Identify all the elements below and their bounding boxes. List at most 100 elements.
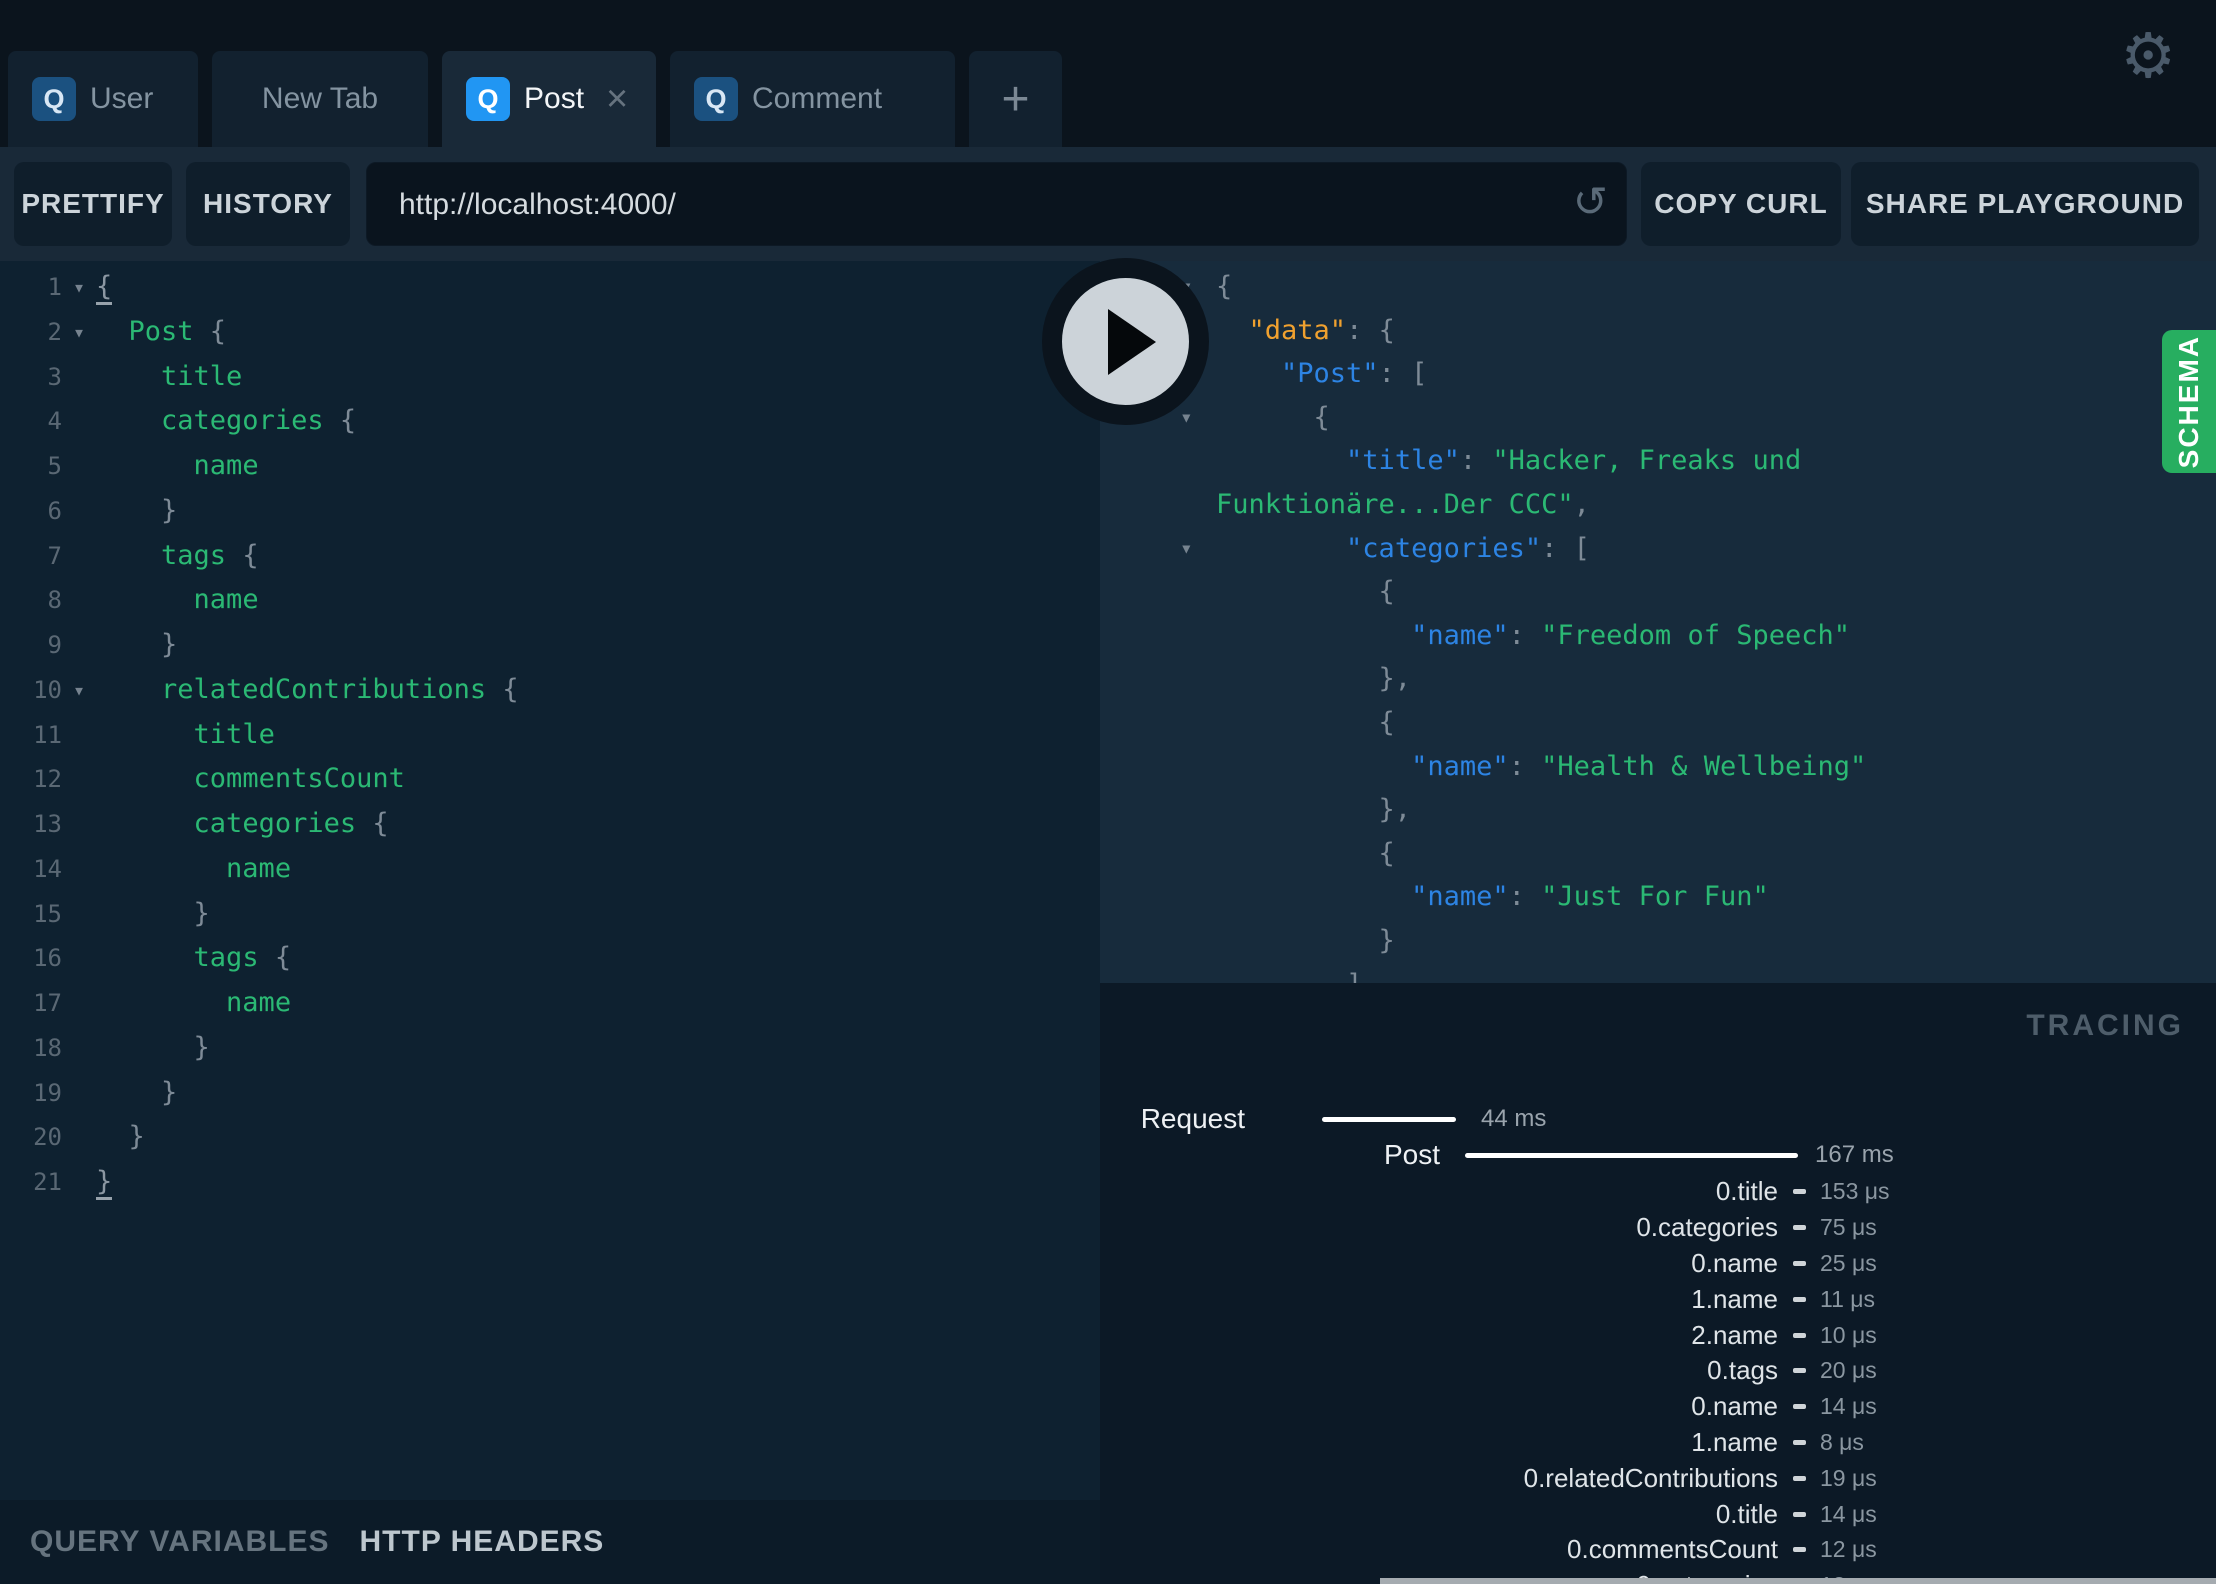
resolver-duration: 10 μs [1820, 1321, 1877, 1348]
tracing-resolver-row: 2.name 10 μs [1100, 1317, 2216, 1353]
tracing-request-value: 44 ms [1481, 1105, 1547, 1132]
horizontal-scrollbar[interactable] [1380, 1578, 2216, 1584]
close-icon[interactable]: × [606, 80, 628, 118]
fold-gutter [62, 802, 96, 847]
endpoint-url-input[interactable] [397, 163, 1541, 247]
response-line: ▾ "data": { [1100, 309, 2216, 353]
add-tab-button[interactable]: + [969, 51, 1062, 147]
code-text: { [1216, 396, 1330, 440]
history-button[interactable]: HISTORY [186, 162, 350, 246]
code-text: } [96, 1160, 113, 1205]
fold-gutter [62, 936, 96, 981]
response-line: "name": "Health & Wellbeing" [1100, 745, 2216, 789]
arrow-gutter [1180, 963, 1216, 984]
share-playground-button[interactable]: SHARE PLAYGROUND [1851, 162, 2199, 246]
token: }, [1216, 794, 1412, 826]
editor-line: 13 categories { [0, 802, 1100, 847]
resolver-path-label: 1.name [1691, 1426, 1778, 1457]
play-icon [1108, 309, 1156, 375]
tracing-title: TRACING [2026, 1009, 2184, 1042]
response-line: ▾{ [1100, 265, 2216, 309]
schema-side-tab[interactable]: SCHEMA [2162, 330, 2216, 473]
code-text: commentsCount [96, 757, 405, 802]
line-number: 16 [33, 944, 62, 973]
editor-line: 2 ▾ Post { [0, 310, 1100, 355]
resolver-bar-wrap [1778, 1332, 1820, 1338]
tab-post[interactable]: Q Post × [442, 51, 656, 147]
collapse-arrow-icon[interactable]: ▾ [1180, 527, 1216, 571]
token: "Post" [1281, 358, 1379, 390]
resolver-bar-wrap [1778, 1225, 1820, 1231]
reload-schema-icon[interactable]: ↺ [1573, 177, 1608, 226]
token: { [1216, 271, 1233, 302]
token: ] [1216, 969, 1362, 984]
code-text: relatedContributions { [96, 668, 519, 713]
token: } [96, 897, 210, 929]
tracing-request-label: Request [1140, 1103, 1245, 1134]
arrow-gutter [1180, 439, 1216, 483]
response-line: } [1100, 919, 2216, 963]
tab-label: Comment [752, 82, 883, 115]
resolver-path-label: 2.name [1691, 1319, 1778, 1350]
fold-arrow-icon[interactable]: ▾ [62, 265, 96, 310]
tracing-request-bar [1322, 1116, 1456, 1122]
editor-line: 10 ▾ relatedContributions { [0, 668, 1100, 713]
toolbar: PRETTIFY HISTORY ↺ COPY CURL SHARE PLAYG… [0, 147, 2216, 261]
resolver-path-label: 0.tags [1707, 1355, 1778, 1386]
token: name [226, 987, 292, 1018]
editor-line: 7 tags { [0, 534, 1100, 579]
token: : [1508, 750, 1542, 782]
tab-new-tab[interactable]: New Tab [212, 51, 428, 147]
resolver-timing-bar [1792, 1296, 1806, 1302]
collapse-arrow-icon[interactable]: ▾ [1180, 396, 1216, 440]
resolver-bar-wrap [1778, 1475, 1820, 1481]
query-variables-tab[interactable]: QUERY VARIABLES [30, 1525, 330, 1559]
response-line: Funktionäre...Der CCC", [1100, 483, 2216, 527]
resolver-duration: 75 μs [1820, 1214, 1877, 1241]
token: "name" [1411, 619, 1509, 651]
resolver-path-label: 0.commentsCount [1567, 1534, 1778, 1565]
tab-comment[interactable]: Q Comment [670, 51, 955, 147]
fold-gutter [62, 847, 96, 892]
tracing-resolver-row: 0.title 14 μs [1100, 1496, 2216, 1532]
token: : { [1346, 314, 1395, 346]
token: Post [128, 315, 194, 347]
token: } [1216, 924, 1395, 956]
arrow-gutter [1180, 483, 1216, 527]
resolver-duration: 12 μs [1820, 1536, 1877, 1563]
response-line: ▾ "Post": [ [1100, 352, 2216, 396]
settings-gear-icon[interactable]: ⚙ [2120, 26, 2176, 88]
fold-arrow-icon[interactable]: ▾ [62, 668, 96, 713]
editor-line: 8 name [0, 578, 1100, 623]
resolver-duration: 14 μs [1820, 1393, 1877, 1420]
editor-line: 14 name [0, 847, 1100, 892]
http-headers-tab[interactable]: HTTP HEADERS [360, 1525, 605, 1559]
fold-gutter [62, 1071, 96, 1116]
schema-side-tab-label: SCHEMA [2173, 334, 2204, 469]
token: { [258, 942, 292, 974]
token: } [96, 1121, 145, 1153]
resolver-timing-bar [1792, 1511, 1806, 1517]
token: { [356, 808, 389, 839]
code-text: "Post": [ [1216, 352, 1427, 396]
resolver-bar-wrap [1778, 1404, 1820, 1410]
prettify-button[interactable]: PRETTIFY [14, 162, 172, 246]
tab-label: User [90, 82, 154, 115]
query-editor[interactable]: 1 ▾{2 ▾ Post {3 title 4 categories {5 name 6… [0, 261, 1100, 1500]
resolver-bar-wrap [1778, 1511, 1820, 1517]
tab-user[interactable]: Q User [8, 51, 198, 147]
line-number: 3 [47, 362, 62, 391]
token: { [226, 539, 259, 571]
fold-gutter [62, 1115, 96, 1160]
code-text: }, [1216, 788, 1412, 832]
resolver-duration: 11 μs [1820, 1285, 1876, 1312]
fold-arrow-icon[interactable]: ▾ [62, 310, 96, 355]
execute-query-button[interactable] [1042, 258, 1209, 425]
copy-curl-button[interactable]: COPY CURL [1641, 162, 1841, 246]
